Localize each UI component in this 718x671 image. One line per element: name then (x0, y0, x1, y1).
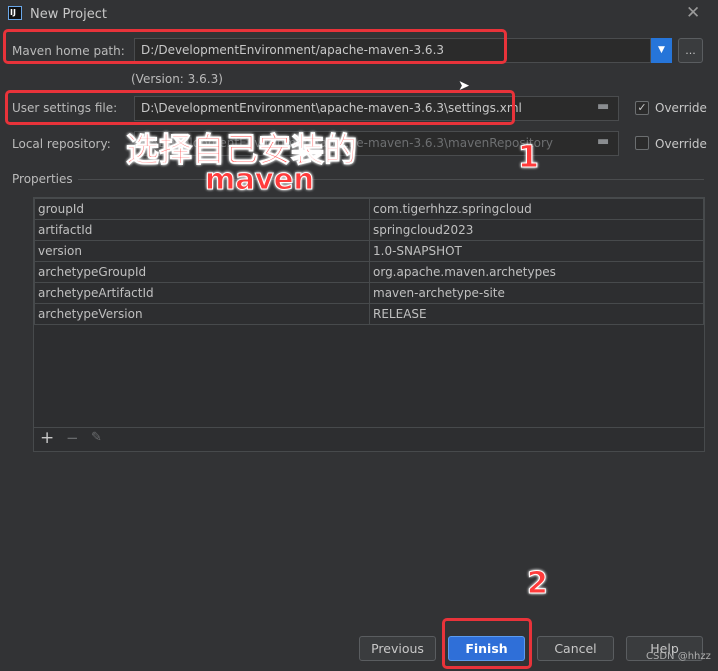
folder-icon[interactable]: ▬ (597, 134, 609, 149)
property-value[interactable]: 1.0-SNAPSHOT (369, 240, 704, 262)
maven-home-dropdown-button[interactable]: ▼ (651, 38, 672, 63)
table-row[interactable]: archetypeGroupId org.apache.maven.archety… (34, 261, 704, 283)
table-row[interactable]: archetypeArtifactId maven-archetype-site (34, 282, 704, 304)
window-title: New Project (30, 7, 107, 22)
add-icon[interactable]: + (40, 428, 54, 448)
folder-icon[interactable]: ▬ (597, 99, 609, 114)
edit-icon[interactable]: ✎ (91, 430, 102, 445)
annotation-number-2: 2 (527, 566, 549, 602)
annotation-number-1: 1 (518, 140, 540, 176)
local-repo-label: Local repository: (12, 137, 111, 151)
user-settings-override-label: Override (655, 101, 707, 115)
annotation-box-finish (442, 618, 532, 669)
remove-icon[interactable]: − (66, 429, 79, 447)
maven-version: (Version: 3.6.3) (131, 72, 223, 86)
annotation-text-2: maven (204, 162, 315, 197)
property-value[interactable]: com.tigerhhzz.springcloud (369, 198, 704, 220)
property-value[interactable]: springcloud2023 (369, 219, 704, 241)
property-value[interactable]: maven-archetype-site (369, 282, 704, 304)
close-icon[interactable]: ✕ (686, 3, 700, 23)
local-repo-override-label: Override (655, 137, 707, 151)
property-key[interactable]: archetypeGroupId (34, 261, 370, 283)
property-key[interactable]: groupId (34, 198, 370, 220)
annotation-box-user-settings (5, 90, 515, 125)
cancel-button[interactable]: Cancel (537, 636, 614, 661)
property-value[interactable]: RELEASE (369, 303, 704, 325)
property-key[interactable]: archetypeVersion (34, 303, 370, 325)
properties-divider (78, 179, 704, 180)
property-key[interactable]: version (34, 240, 370, 262)
table-row[interactable]: groupId com.tigerhhzz.springcloud (34, 198, 704, 220)
table-row[interactable]: archetypeVersion RELEASE (34, 303, 704, 325)
local-repo-override-checkbox[interactable] (635, 136, 649, 150)
user-settings-override-checkbox[interactable]: ✓ (635, 101, 649, 115)
annotation-box-maven-home (3, 29, 507, 64)
property-key[interactable]: archetypeArtifactId (34, 282, 370, 304)
browse-button[interactable]: ... (678, 38, 703, 63)
previous-button[interactable]: Previous (359, 636, 436, 661)
table-row[interactable]: artifactId springcloud2023 (34, 219, 704, 241)
table-row[interactable]: version 1.0-SNAPSHOT (34, 240, 704, 262)
watermark: CSDN @hhzz (646, 651, 711, 662)
property-key[interactable]: artifactId (34, 219, 370, 241)
properties-table: groupId com.tigerhhzz.springcloud artifact… (33, 197, 705, 452)
property-value[interactable]: org.apache.maven.archetypes (369, 261, 704, 283)
app-icon: IJ (8, 6, 22, 20)
properties-label: Properties (12, 172, 73, 186)
